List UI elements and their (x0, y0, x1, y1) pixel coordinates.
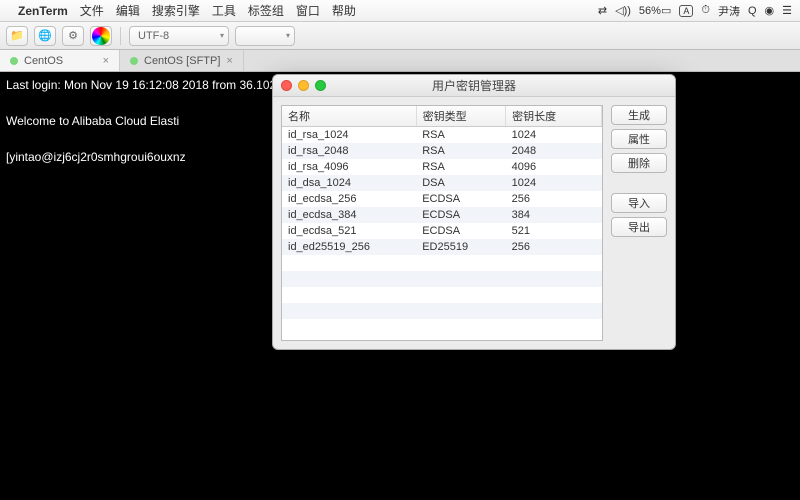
cell-length: 1024 (506, 175, 602, 191)
close-icon[interactable]: × (226, 55, 232, 67)
status-dot-icon (10, 57, 18, 65)
encoding-select[interactable]: UTF-8 (129, 26, 229, 46)
traffic-lights (281, 80, 326, 91)
cell-length: 1024 (506, 127, 602, 144)
table-row[interactable]: id_ed25519_256ED25519256 (282, 239, 602, 255)
export-button[interactable]: 导出 (611, 217, 667, 237)
cell-name: id_rsa_4096 (282, 159, 416, 175)
generate-button[interactable]: 生成 (611, 105, 667, 125)
table-row[interactable]: id_rsa_1024RSA1024 (282, 127, 602, 144)
siri-icon[interactable]: ◉ (765, 4, 775, 17)
menu-edit[interactable]: 编辑 (116, 2, 140, 19)
table-row[interactable]: id_rsa_4096RSA4096 (282, 159, 602, 175)
cell-type: RSA (416, 143, 505, 159)
table-row[interactable] (282, 255, 602, 271)
cell-type: ECDSA (416, 223, 505, 239)
key-manager-dialog: 用户密钥管理器 名称 密钥类型 密钥长度 id_rsa_1024RSA1024i… (272, 74, 676, 350)
ime-icon[interactable]: A (679, 5, 693, 17)
cell-type: RSA (416, 159, 505, 175)
tab-label: CentOS [SFTP] (144, 55, 220, 67)
table-header-row: 名称 密钥类型 密钥长度 (282, 106, 602, 127)
tab-bar: CentOS × CentOS [SFTP] × (0, 50, 800, 72)
cell-name: id_ecdsa_384 (282, 207, 416, 223)
macos-menubar: ZenTerm 文件 编辑 搜索引擎 工具 标签组 窗口 帮助 ⇄ ◁)) 56… (0, 0, 800, 22)
notification-icon[interactable]: ☰ (782, 4, 792, 17)
col-type[interactable]: 密钥类型 (416, 106, 505, 127)
menu-tools[interactable]: 工具 (212, 2, 236, 19)
cell-length: 521 (506, 223, 602, 239)
table-row[interactable]: id_dsa_1024DSA1024 (282, 175, 602, 191)
menu-file[interactable]: 文件 (80, 2, 104, 19)
cell-length: 256 (506, 191, 602, 207)
properties-button[interactable]: 属性 (611, 129, 667, 149)
folder-button[interactable]: 📁 (6, 26, 28, 46)
cell-name: id_dsa_1024 (282, 175, 416, 191)
dialog-button-column: 生成 属性 删除 导入 导出 (611, 105, 667, 341)
button-spacer (611, 177, 667, 189)
gear-button[interactable]: ⚙ (62, 26, 84, 46)
tab-label: CentOS (24, 55, 63, 67)
menu-window[interactable]: 窗口 (296, 2, 320, 19)
menu-search[interactable]: 搜索引擎 (152, 2, 200, 19)
sound-icon[interactable]: ◁)) (615, 4, 631, 17)
close-window-icon[interactable] (281, 80, 292, 91)
table-row[interactable] (282, 319, 602, 335)
cell-type: DSA (416, 175, 505, 191)
table-row[interactable] (282, 303, 602, 319)
col-length[interactable]: 密钥长度 (506, 106, 602, 127)
status-dot-icon (130, 57, 138, 65)
cell-name: id_rsa_1024 (282, 127, 416, 144)
cell-name: id_ecdsa_521 (282, 223, 416, 239)
app-name[interactable]: ZenTerm (18, 4, 68, 18)
zoom-window-icon[interactable] (315, 80, 326, 91)
import-button[interactable]: 导入 (611, 193, 667, 213)
tab-centos-sftp[interactable]: CentOS [SFTP] × (120, 50, 244, 71)
cell-length: 256 (506, 239, 602, 255)
table-row[interactable] (282, 271, 602, 287)
table-row[interactable]: id_ecdsa_384ECDSA384 (282, 207, 602, 223)
terminal-prompt: [yintao@izj6cj2r0smhgroui6ouxnz (6, 150, 186, 164)
table-row[interactable] (282, 287, 602, 303)
terminal-line: Welcome to Alibaba Cloud Elasti (6, 114, 179, 128)
cell-type: ECDSA (416, 207, 505, 223)
cell-length: 4096 (506, 159, 602, 175)
dialog-titlebar[interactable]: 用户密钥管理器 (273, 75, 675, 97)
user-name[interactable]: 尹涛 (718, 3, 740, 19)
minimize-window-icon[interactable] (298, 80, 309, 91)
col-name[interactable]: 名称 (282, 106, 416, 127)
cell-length: 2048 (506, 143, 602, 159)
battery-status[interactable]: 56% ▭ (639, 4, 671, 17)
cell-name: id_rsa_2048 (282, 143, 416, 159)
spotlight-icon[interactable]: Q (748, 5, 757, 17)
dialog-body: 名称 密钥类型 密钥长度 id_rsa_1024RSA1024id_rsa_20… (273, 97, 675, 349)
wifi-icon[interactable]: ⇄ (598, 4, 607, 17)
key-table[interactable]: 名称 密钥类型 密钥长度 id_rsa_1024RSA1024id_rsa_20… (281, 105, 603, 341)
close-icon[interactable]: × (103, 55, 109, 67)
cell-type: ECDSA (416, 191, 505, 207)
table-row[interactable]: id_ecdsa_521ECDSA521 (282, 223, 602, 239)
blank-select[interactable] (235, 26, 295, 46)
app-toolbar: 📁 🌐 ⚙ UTF-8 (0, 22, 800, 50)
cell-name: id_ecdsa_256 (282, 191, 416, 207)
table-row[interactable]: id_rsa_2048RSA2048 (282, 143, 602, 159)
menu-tabgroup[interactable]: 标签组 (248, 2, 284, 19)
toolbar-divider (120, 27, 121, 45)
tab-centos[interactable]: CentOS × (0, 50, 120, 71)
terminal-line: Last login: Mon Nov 19 16:12:08 2018 fro… (6, 78, 303, 92)
cell-name: id_ed25519_256 (282, 239, 416, 255)
delete-button[interactable]: 删除 (611, 153, 667, 173)
clock-icon[interactable]: ⏱ (701, 4, 710, 17)
cell-type: ED25519 (416, 239, 505, 255)
cell-length: 384 (506, 207, 602, 223)
globe-button[interactable]: 🌐 (34, 26, 56, 46)
cell-type: RSA (416, 127, 505, 144)
menu-help[interactable]: 帮助 (332, 2, 356, 19)
table-row[interactable]: id_ecdsa_256ECDSA256 (282, 191, 602, 207)
colorwheel-button[interactable] (90, 26, 112, 46)
dialog-title: 用户密钥管理器 (432, 77, 516, 94)
